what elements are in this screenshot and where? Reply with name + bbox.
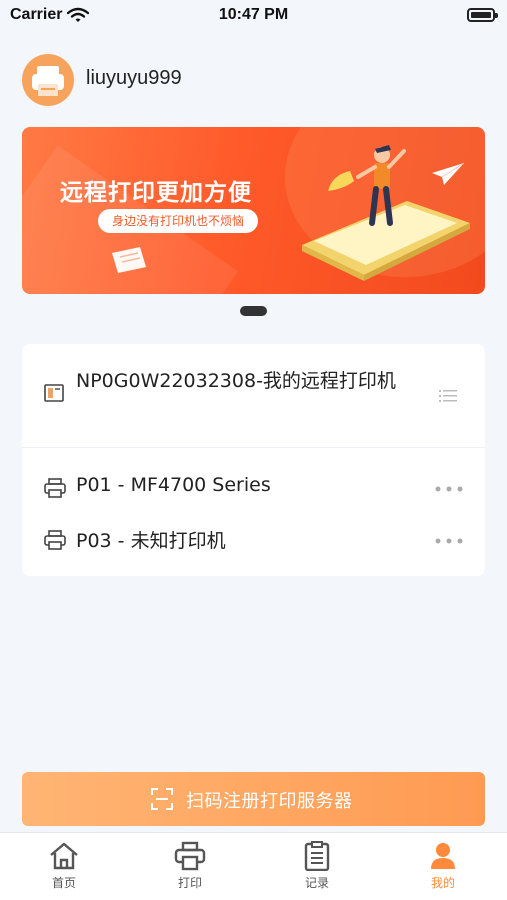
printer-avatar-icon bbox=[32, 66, 64, 96]
tab-home[interactable]: 首页 bbox=[22, 841, 106, 897]
printer-list-card: NP0G0W22032308-我的远程打印机 P01 - MF4700 Seri… bbox=[22, 344, 485, 576]
clock: 10:47 PM bbox=[218, 6, 289, 23]
more-icon[interactable] bbox=[435, 538, 463, 544]
phone-illustration bbox=[302, 145, 470, 281]
banner-title: 远程打印更加方便 bbox=[60, 180, 252, 206]
list-icon[interactable] bbox=[439, 388, 457, 404]
printer-row[interactable]: P01 - MF4700 Series bbox=[22, 462, 485, 514]
home-icon bbox=[50, 842, 78, 870]
printer-icon bbox=[44, 478, 66, 498]
banner-page-indicator[interactable] bbox=[240, 306, 267, 316]
profile-icon bbox=[431, 843, 455, 869]
scan-icon bbox=[151, 788, 173, 810]
server-icon bbox=[44, 384, 64, 402]
paper-icon bbox=[112, 247, 146, 273]
printer-label: P01 - MF4700 Series bbox=[76, 474, 271, 496]
scan-register-button[interactable]: 扫码注册打印服务器 bbox=[22, 772, 485, 826]
tab-print[interactable]: 打印 bbox=[148, 841, 232, 897]
records-icon bbox=[304, 841, 330, 871]
printer-label: P03 - 未知打印机 bbox=[76, 530, 226, 552]
battery-icon bbox=[467, 8, 498, 22]
promo-banner[interactable]: 远程打印更加方便 身边没有打印机也不烦恼 bbox=[22, 127, 485, 294]
tab-profile[interactable]: 我的 bbox=[401, 841, 485, 897]
server-name: NP0G0W22032308-我的远程打印机 bbox=[76, 370, 396, 392]
avatar[interactable] bbox=[22, 54, 74, 106]
tab-records[interactable]: 记录 bbox=[275, 841, 359, 897]
tab-label: 我的 bbox=[430, 876, 455, 890]
tab-label: 记录 bbox=[304, 876, 329, 890]
tab-bar: 首页 打印 记录 我的 bbox=[0, 832, 507, 900]
server-row[interactable]: NP0G0W22032308-我的远程打印机 bbox=[22, 344, 485, 448]
scan-button-label: 扫码注册打印服务器 bbox=[186, 791, 353, 812]
printer-row[interactable]: P03 - 未知打印机 bbox=[22, 514, 485, 566]
tab-label: 打印 bbox=[177, 876, 202, 890]
printer-icon bbox=[44, 530, 66, 550]
tab-label: 首页 bbox=[51, 876, 76, 890]
status-bar: Carrier 10:47 PM bbox=[0, 0, 507, 32]
more-icon[interactable] bbox=[435, 486, 463, 492]
banner-subtitle: 身边没有打印机也不烦恼 bbox=[98, 209, 259, 233]
username: liuyuyu999 bbox=[86, 67, 182, 89]
print-icon bbox=[174, 841, 206, 871]
